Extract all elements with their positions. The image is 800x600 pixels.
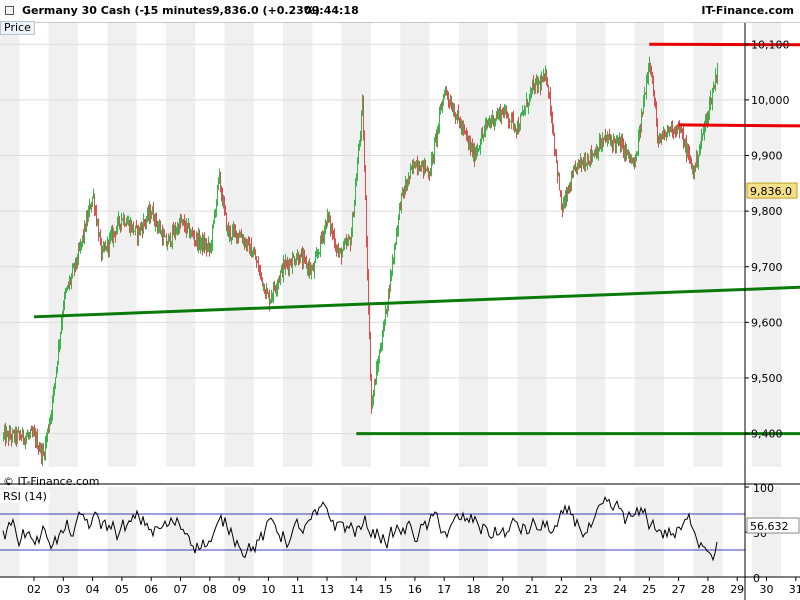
price-tick-label: 9,800	[751, 205, 783, 218]
brand-label: IT-Finance.com	[701, 4, 794, 17]
day-stripe	[458, 22, 489, 467]
window-icon[interactable]	[5, 6, 14, 15]
day-stripe	[165, 487, 196, 577]
day-stripe	[693, 487, 723, 577]
date-tick-label: 14	[349, 583, 363, 596]
day-stripe	[400, 22, 430, 467]
day-stripe	[107, 487, 137, 577]
date-tick-label: 11	[291, 583, 305, 596]
date-tick-label: 05	[115, 583, 129, 596]
day-stripe	[283, 22, 313, 467]
date-tick-label: 07	[174, 583, 188, 596]
date-tick-label: 25	[642, 583, 656, 596]
date-tick-label: 04	[86, 583, 100, 596]
price-tick-label: 9,400	[751, 428, 783, 441]
date-tick-label: 29	[730, 583, 744, 596]
price-tick-label: 9,700	[751, 261, 783, 274]
header-bar: Germany 30 Cash (-) 15 minutes 9,836.0 (…	[0, 0, 800, 23]
day-stripes	[0, 22, 782, 577]
day-stripe	[634, 22, 664, 467]
date-tick-label: 23	[584, 583, 598, 596]
price-tick-label: 9,600	[751, 316, 783, 329]
price-tick-label: 9,900	[751, 150, 783, 163]
date-tick-label: 16	[408, 583, 422, 596]
date-tick-label: 17	[437, 583, 451, 596]
day-stripe	[576, 22, 606, 467]
day-stripe	[107, 22, 137, 467]
date-tick-label: 02	[27, 583, 41, 596]
date-tick-label: 21	[525, 583, 539, 596]
price-tick-label: 9,500	[751, 372, 783, 385]
date-tick-label: 28	[701, 583, 715, 596]
day-stripe	[458, 487, 489, 577]
day-stripe	[751, 22, 782, 467]
date-tick-label: 13	[320, 583, 334, 596]
date-tick-label: 15	[379, 583, 393, 596]
date-tick-label: 24	[613, 583, 627, 596]
timeframe-label: 15 minutes	[143, 4, 213, 17]
rsi-panel-label[interactable]: RSI (14)	[0, 490, 50, 503]
day-stripe	[576, 487, 606, 577]
date-tick-label: 31	[789, 583, 800, 596]
copyright-text: © IT-Finance.com	[3, 475, 100, 488]
date-tick-label: 27	[672, 583, 686, 596]
rsi-value-label: 56.632	[750, 520, 789, 533]
chart-canvas: 9,400 9,500 9,600 9,700 9,800 9,900 10,000 10,1…	[0, 22, 800, 600]
price-panel-label[interactable]: Price	[0, 21, 35, 35]
date-tick-label: 20	[496, 583, 510, 596]
date-tick-label: 18	[467, 583, 481, 596]
day-stripe	[0, 22, 20, 467]
date-tick-label: 03	[56, 583, 70, 596]
date-tick-label: 22	[554, 583, 568, 596]
rsi-tick-label: 100	[753, 482, 774, 495]
date-tick-label: 06	[144, 583, 158, 596]
price-tick-label: 10,100	[751, 38, 790, 51]
instrument-title: Germany 30 Cash (-)	[22, 4, 150, 17]
day-stripe	[634, 487, 664, 577]
current-price-label: 9,836.0	[750, 185, 792, 198]
date-tick-label: 09	[232, 583, 246, 596]
day-stripe	[693, 22, 723, 467]
time-label: 09:44:18	[304, 4, 359, 17]
day-stripe	[283, 487, 313, 577]
date-tick-label: 30	[760, 583, 774, 596]
price-tick-label: 10,000	[751, 94, 790, 107]
date-tick-label: 10	[261, 583, 275, 596]
date-tick-label: 08	[203, 583, 217, 596]
